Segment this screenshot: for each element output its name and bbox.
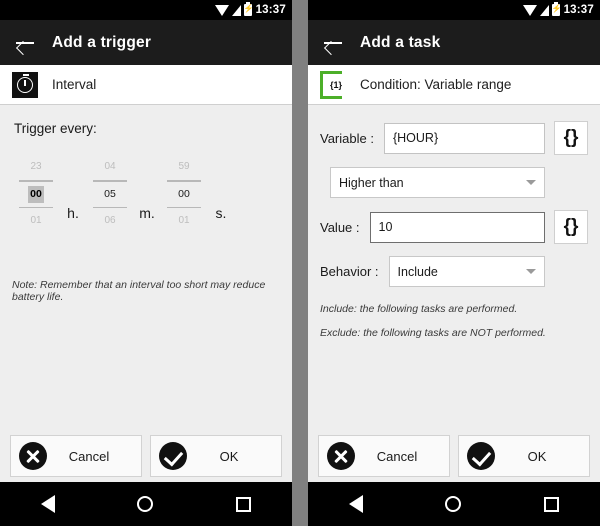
minutes-column[interactable]: 04 05 06 (86, 158, 134, 230)
panel-divider (296, 0, 304, 526)
minutes-rule-top (93, 180, 127, 182)
behavior-dropdown-value: Include (397, 264, 438, 279)
interval-note: Note: Remember that an interval too shor… (12, 279, 266, 303)
behavior-label: Behavior : (320, 264, 379, 279)
right-nav-bar (308, 482, 600, 526)
right-screen-add-task: 13:37 Add a task {1} Condition: Variable… (308, 0, 600, 526)
nav-recents-icon[interactable] (543, 496, 559, 512)
behavior-legend: Include: the following tasks are perform… (320, 303, 588, 339)
right-button-bar: Cancel OK (308, 430, 600, 482)
task-type-header: {1} Condition: Variable range (308, 65, 600, 105)
ok-button-label: OK (219, 448, 239, 464)
variable-bracket-icon: {1} (320, 70, 346, 99)
ok-button-label: OK (527, 448, 547, 464)
close-icon (19, 442, 47, 470)
value-input[interactable]: 10 (369, 211, 545, 243)
nav-back-icon[interactable] (349, 495, 364, 513)
status-bar: 13:37 (0, 0, 292, 20)
status-bar-clock: 13:37 (563, 4, 594, 16)
status-bar: 13:37 (308, 0, 600, 20)
action-bar: Add a trigger (0, 20, 292, 65)
minutes-next[interactable]: 06 (104, 212, 115, 230)
minutes-previous[interactable]: 04 (104, 158, 115, 176)
comparison-row: Higher than (320, 167, 588, 198)
cancel-button[interactable]: Cancel (318, 435, 450, 477)
left-nav-bar (0, 482, 292, 526)
value-braces-button[interactable]: {} (554, 210, 588, 244)
dual-screenshot-container: 13:37 Add a trigger Interval Trigger eve… (0, 0, 600, 526)
hours-previous[interactable]: 23 (30, 158, 41, 176)
comparison-dropdown[interactable]: Higher than (330, 167, 545, 198)
value-label: Value : (320, 219, 360, 235)
chevron-down-icon (526, 180, 536, 185)
signal-icon (231, 4, 241, 16)
check-icon (159, 442, 187, 470)
seconds-column[interactable]: 59 00 01 (160, 158, 208, 230)
check-icon (467, 442, 495, 470)
behavior-row: Behavior : Include (320, 256, 588, 287)
interval-time-picker[interactable]: 23 00 01 h. 04 05 06 m. 59 00 01 s. (12, 158, 280, 230)
cancel-button[interactable]: Cancel (10, 435, 142, 477)
battery-charging-icon (551, 2, 560, 16)
action-bar: Add a task (308, 20, 600, 65)
trigger-type-label: Interval (52, 77, 97, 92)
task-type-label: Condition: Variable range (360, 77, 512, 92)
signal-icon (539, 4, 549, 16)
stopwatch-icon (12, 71, 38, 98)
close-icon (327, 442, 355, 470)
seconds-rule-top (167, 180, 201, 182)
battery-charging-icon (243, 2, 252, 16)
seconds-current[interactable]: 00 (176, 186, 192, 203)
left-button-bar: Cancel OK (0, 430, 292, 482)
wifi-icon (522, 4, 537, 16)
variable-label: Variable : (320, 130, 374, 146)
status-bar-clock: 13:37 (255, 4, 286, 16)
seconds-previous[interactable]: 59 (178, 158, 189, 176)
nav-home-icon[interactable] (445, 496, 462, 512)
ok-button[interactable]: OK (458, 435, 590, 477)
ok-button[interactable]: OK (150, 435, 282, 477)
hours-unit-label: h. (67, 205, 79, 221)
status-icons (522, 2, 560, 16)
status-icons (214, 2, 252, 16)
condition-form: Variable : {HOUR} {} Higher than Value :… (320, 105, 588, 339)
trigger-type-header: Interval (0, 65, 292, 105)
legend-include: Include: the following tasks are perform… (320, 303, 518, 315)
back-arrow-icon[interactable] (14, 32, 36, 54)
seconds-unit-label: s. (215, 205, 227, 221)
nav-home-icon[interactable] (137, 496, 154, 512)
minutes-current[interactable]: 05 (102, 186, 118, 203)
hours-next[interactable]: 01 (30, 212, 41, 230)
trigger-body: Trigger every: 23 00 01 h. 04 05 06 m. 5… (0, 105, 292, 430)
minutes-unit-label: m. (139, 205, 155, 221)
page-title: Add a task (360, 33, 441, 51)
nav-recents-icon[interactable] (235, 496, 251, 512)
stopwatch-glyph (17, 73, 33, 93)
trigger-every-label: Trigger every: (14, 121, 97, 136)
chevron-down-icon (526, 269, 536, 274)
seconds-rule-bottom (167, 206, 201, 208)
comparison-dropdown-value: Higher than (339, 175, 404, 190)
back-arrow-icon[interactable] (322, 32, 344, 54)
variable-index-label: {1} (329, 79, 342, 90)
hours-rule-top (19, 180, 53, 182)
variable-braces-button[interactable]: {} (554, 121, 588, 155)
minutes-rule-bottom (93, 206, 127, 208)
behavior-dropdown[interactable]: Include (388, 256, 545, 287)
variable-row: Variable : {HOUR} {} (320, 121, 588, 155)
page-title: Add a trigger (52, 33, 152, 51)
hours-current[interactable]: 00 (28, 185, 44, 203)
task-body: Variable : {HOUR} {} Higher than Value :… (308, 105, 600, 430)
nav-back-icon[interactable] (41, 495, 56, 513)
value-row: Value : 10 {} (320, 210, 588, 244)
seconds-next[interactable]: 01 (178, 212, 189, 230)
cancel-button-label: Cancel (376, 448, 418, 464)
hours-rule-bottom (19, 206, 53, 208)
wifi-icon (214, 4, 229, 16)
hours-column[interactable]: 23 00 01 (12, 158, 60, 230)
variable-input[interactable]: {HOUR} (383, 122, 545, 154)
left-screen-add-trigger: 13:37 Add a trigger Interval Trigger eve… (0, 0, 292, 526)
cancel-button-label: Cancel (68, 448, 110, 464)
legend-exclude: Exclude: the following tasks are NOT per… (320, 327, 546, 339)
